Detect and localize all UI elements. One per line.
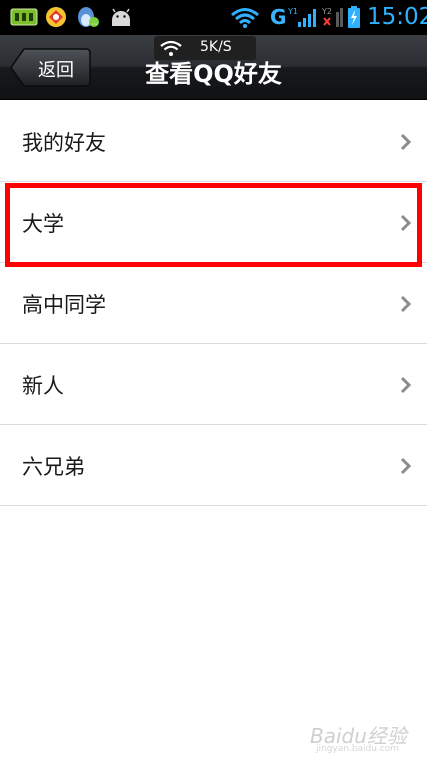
friend-group-list: 我的好友 大学 高中同学 新人 六兄弟 (0, 101, 427, 506)
group-item-high-school[interactable]: 高中同学 (0, 263, 427, 344)
watermark: Baidu经验 jingyan.baidu.com (310, 710, 420, 754)
speed-text: 5K/S (200, 39, 232, 55)
battery-charging-icon (348, 6, 360, 28)
group-label: 新人 (22, 374, 64, 398)
status-bar: … G Y1 Y2 15:02 (0, 0, 427, 35)
game-app-icon (46, 7, 66, 27)
group-item-six-brothers[interactable]: 六兄弟 (0, 425, 427, 506)
sd-card-icon (10, 8, 38, 26)
group-label: 高中同学 (22, 293, 106, 317)
qq-penguin-icon: … (78, 7, 99, 27)
wifi-speed-icon (160, 40, 182, 56)
title-bar: 返回 查看QQ好友 5K/S (0, 35, 427, 100)
watermark-subtext: jingyan.baidu.com (316, 744, 400, 754)
network-type: G (270, 5, 287, 29)
signal-2-icon: Y2 (322, 7, 343, 27)
group-item-newcomers[interactable]: 新人 (0, 344, 427, 425)
clock: 15:02 (367, 4, 427, 30)
chevron-right-icon (400, 295, 412, 313)
svg-text:…: … (91, 19, 98, 27)
android-icon (112, 8, 130, 26)
signal-1-icon: Y1 (288, 7, 316, 27)
screen: … G Y1 Y2 15:02 返回 查看QQ好友 5K/S 我的好友 大学 高… (0, 0, 427, 767)
svg-text:Y1: Y1 (288, 7, 298, 16)
highlight-box (5, 183, 422, 267)
group-item-my-friends[interactable]: 我的好友 (0, 101, 427, 182)
group-label: 我的好友 (22, 131, 106, 155)
network-speed-badge: 5K/S (154, 36, 256, 60)
chevron-right-icon (400, 133, 412, 151)
svg-text:Y2: Y2 (322, 7, 332, 16)
chevron-right-icon (400, 457, 412, 475)
group-label: 六兄弟 (22, 455, 85, 479)
chevron-right-icon (400, 376, 412, 394)
wifi-icon (231, 8, 259, 28)
